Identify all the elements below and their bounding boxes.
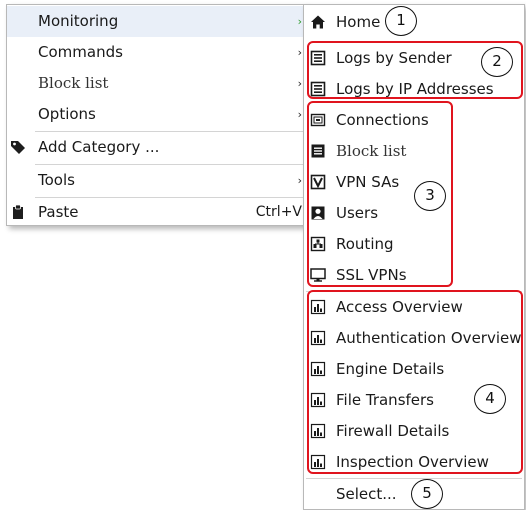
submenu-arrow-icon: › — [297, 108, 302, 121]
callout-number-4: 4 — [474, 384, 506, 414]
menu-item-add-category[interactable]: Add Category ... — [7, 132, 306, 163]
home-icon — [310, 14, 326, 30]
submenu-arrow-icon: › — [297, 77, 302, 90]
shortcut-text: Ctrl+V — [255, 204, 302, 220]
menu-item-label: Commands — [38, 43, 123, 61]
submenu-item-label: Home — [336, 13, 381, 31]
menu-item-monitoring[interactable]: Monitoring › — [7, 6, 306, 37]
callout-number-5: 5 — [411, 479, 443, 509]
callout-group-reports — [307, 290, 523, 474]
menu-item-block-list[interactable]: Block list › — [7, 68, 306, 99]
menu-item-commands[interactable]: Commands › — [7, 37, 306, 68]
menu-item-label: Add Category ... — [38, 138, 160, 156]
menu-item-label: Options — [38, 105, 96, 123]
tag-icon — [10, 139, 26, 155]
submenu-arrow-icon: › — [297, 46, 302, 59]
submenu-arrow-icon: › — [297, 174, 302, 187]
context-menu: Monitoring › Commands › Block list › Opt… — [6, 4, 307, 226]
clipboard-icon — [10, 204, 26, 220]
menu-item-paste[interactable]: Paste Ctrl+V — [7, 197, 306, 228]
menu-item-options[interactable]: Options › — [7, 99, 306, 130]
menu-item-label: Tools — [38, 171, 75, 189]
submenu-item-label: Select... — [336, 485, 397, 503]
menu-item-label: Block list — [38, 74, 109, 92]
callout-number-3: 3 — [414, 181, 446, 211]
menu-item-tools[interactable]: Tools › — [7, 165, 306, 196]
submenu-arrow-icon: › — [297, 15, 302, 28]
menu-item-label: Paste — [38, 203, 79, 221]
callout-number-2: 2 — [481, 47, 513, 77]
callout-number-1: 1 — [385, 6, 417, 36]
menu-item-label: Monitoring — [38, 12, 119, 30]
